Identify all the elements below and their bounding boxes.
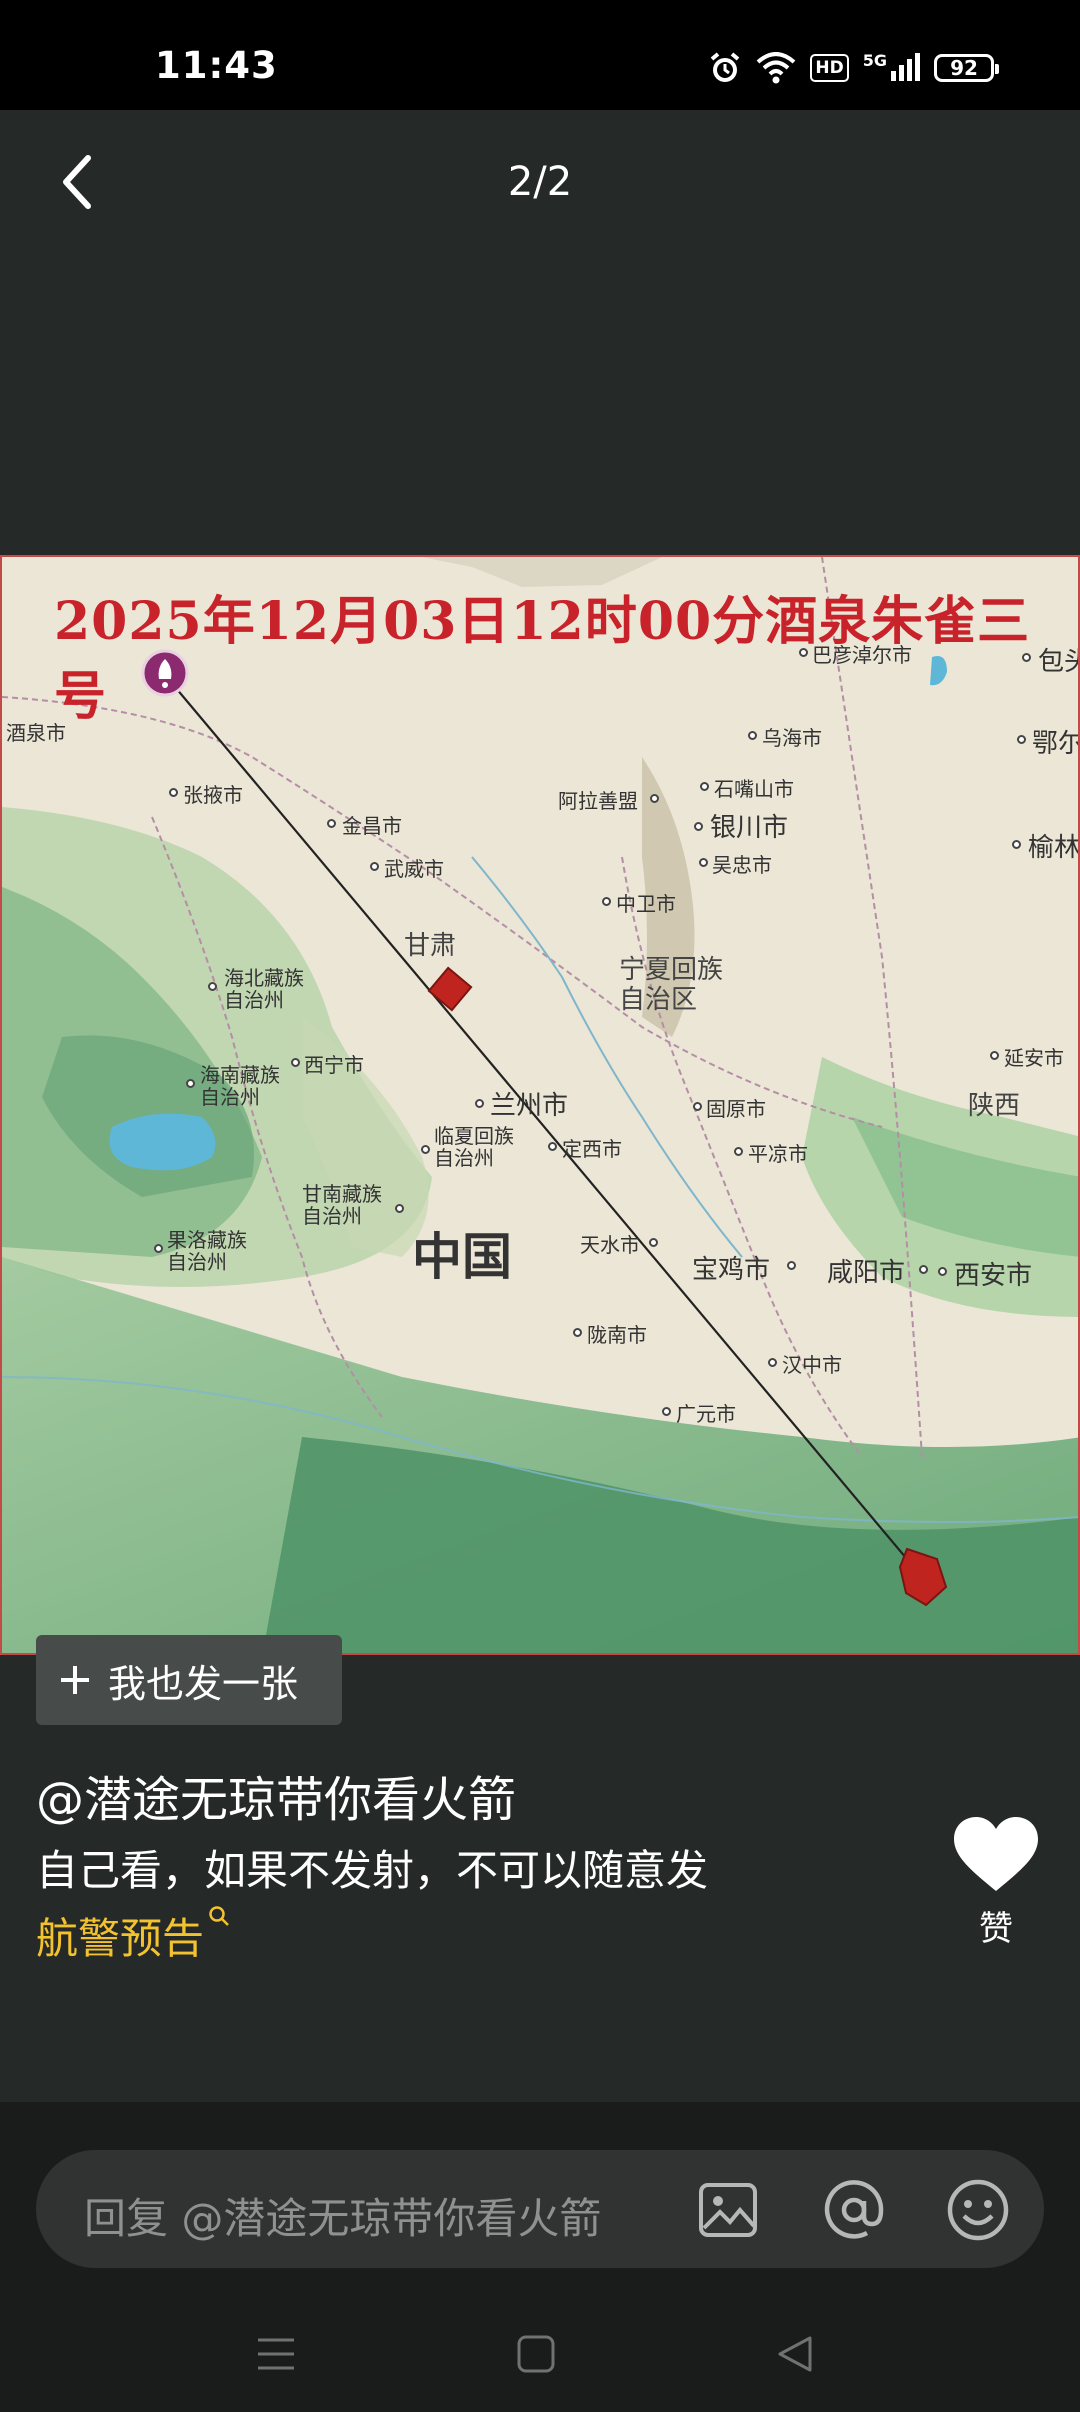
battery-level: 92 — [950, 56, 978, 80]
map-label: 天水市 — [580, 1233, 640, 1257]
map-label: 酒泉市 — [6, 721, 66, 745]
map-label: 定西市 — [562, 1137, 622, 1161]
map-label: 甘肃 — [404, 931, 457, 961]
status-icons: HD 5G 92 — [708, 48, 999, 88]
map-label: 中卫市 — [616, 892, 676, 916]
wifi-icon — [756, 52, 796, 84]
map-label: 张掖市 — [183, 783, 243, 807]
emoji-icon[interactable] — [946, 2178, 1010, 2242]
5g-signal-icon: 5G — [863, 53, 920, 83]
post-too-label: 我也发一张 — [108, 1661, 299, 1706]
map-label: 甘南藏族 自治州 — [302, 1182, 382, 1228]
map-label: 榆林 — [1028, 833, 1080, 863]
map-label: 包头 — [1038, 647, 1078, 677]
back-triangle-icon[interactable] — [764, 2324, 824, 2384]
map-label: 兰州市 — [490, 1091, 569, 1121]
image-icon[interactable] — [696, 2178, 760, 2242]
post-text: 自己看，如果不发射，不可以随意发 — [36, 1846, 709, 1895]
map-label: 广元市 — [676, 1402, 736, 1426]
reply-placeholder: 回复 @潜途无琼带你看火箭 — [84, 2194, 602, 2243]
map-label: 宁夏回族 自治区 — [619, 955, 724, 1015]
map-label: 武威市 — [384, 857, 444, 881]
like-label: 赞 — [979, 1909, 1013, 1949]
map-label: 宝鸡市 — [692, 1255, 771, 1285]
map-image[interactable]: 2025年12月03日12时00分酒泉朱雀三号 巴彦淖尔市 包头 酒泉市 乌海市… — [0, 555, 1080, 1655]
author-name[interactable]: @潜途无琼带你看火箭 — [36, 1760, 516, 1830]
map-label: 金昌市 — [342, 814, 402, 838]
map-label: 延安市 — [1004, 1046, 1064, 1070]
mention-icon[interactable] — [822, 2178, 886, 2242]
hd-icon: HD — [810, 54, 849, 82]
map-label: 银川市 — [710, 813, 789, 843]
map-label: 咸阳市 — [827, 1258, 906, 1288]
map-label: 陕西 — [968, 1091, 1021, 1121]
map-label: 临夏回族 自治州 — [434, 1124, 514, 1170]
heart-icon — [954, 1817, 1038, 1891]
qinghai-lake — [109, 1113, 216, 1171]
menu-icon[interactable] — [246, 2324, 306, 2384]
map-label: 阿拉善盟 — [558, 789, 638, 813]
reply-bar: 回复 @潜途无琼带你看火箭 — [0, 2102, 1080, 2288]
post-area: 我也发一张 @潜途无琼带你看火箭 自己看，如果不发射，不可以随意发 航警预告 赞 — [0, 1545, 1080, 2105]
reply-input[interactable]: 回复 @潜途无琼带你看火箭 — [36, 2150, 1044, 2268]
map-label: 巴彦淖尔市 — [812, 643, 912, 667]
map-label: 鄂尔 — [1032, 729, 1080, 759]
post-too-button[interactable]: 我也发一张 — [36, 1635, 342, 1725]
topic-tag-link[interactable]: 航警预告 — [36, 1905, 230, 1966]
search-icon — [209, 1906, 229, 1926]
map-label: 平凉市 — [748, 1142, 808, 1166]
map-label: 固原市 — [706, 1097, 766, 1121]
map-label: 果洛藏族 自治州 — [167, 1228, 247, 1274]
plus-icon — [61, 1666, 89, 1694]
alarm-icon — [708, 51, 742, 85]
network-label: 5G — [862, 51, 887, 70]
map-label: 乌海市 — [762, 726, 822, 750]
map-label: 西宁市 — [304, 1053, 364, 1077]
map-label: 海南藏族 自治州 — [200, 1063, 280, 1109]
system-nav-bar — [0, 2288, 1080, 2412]
battery-icon: 92 — [934, 54, 999, 82]
map-title: 2025年12月03日12时00分酒泉朱雀三号 — [54, 591, 1031, 727]
map-label: 西安市 — [954, 1261, 1033, 1291]
status-time: 11:43 — [155, 44, 278, 87]
map-label: 海北藏族 自治州 — [224, 966, 304, 1012]
like-button[interactable]: 赞 — [950, 1815, 1042, 1950]
map-label: 中国 — [412, 1228, 512, 1286]
home-icon[interactable] — [506, 2324, 566, 2384]
map-label: 石嘴山市 — [714, 777, 794, 801]
status-bar: 11:43 HD 5G 92 — [0, 0, 1080, 110]
map-label: 汉中市 — [782, 1353, 842, 1377]
map-label: 陇南市 — [587, 1323, 647, 1347]
map-label: 吴忠市 — [712, 853, 772, 877]
page-counter: 2/2 — [507, 159, 573, 205]
topic-tag-label: 航警预告 — [36, 1914, 205, 1963]
